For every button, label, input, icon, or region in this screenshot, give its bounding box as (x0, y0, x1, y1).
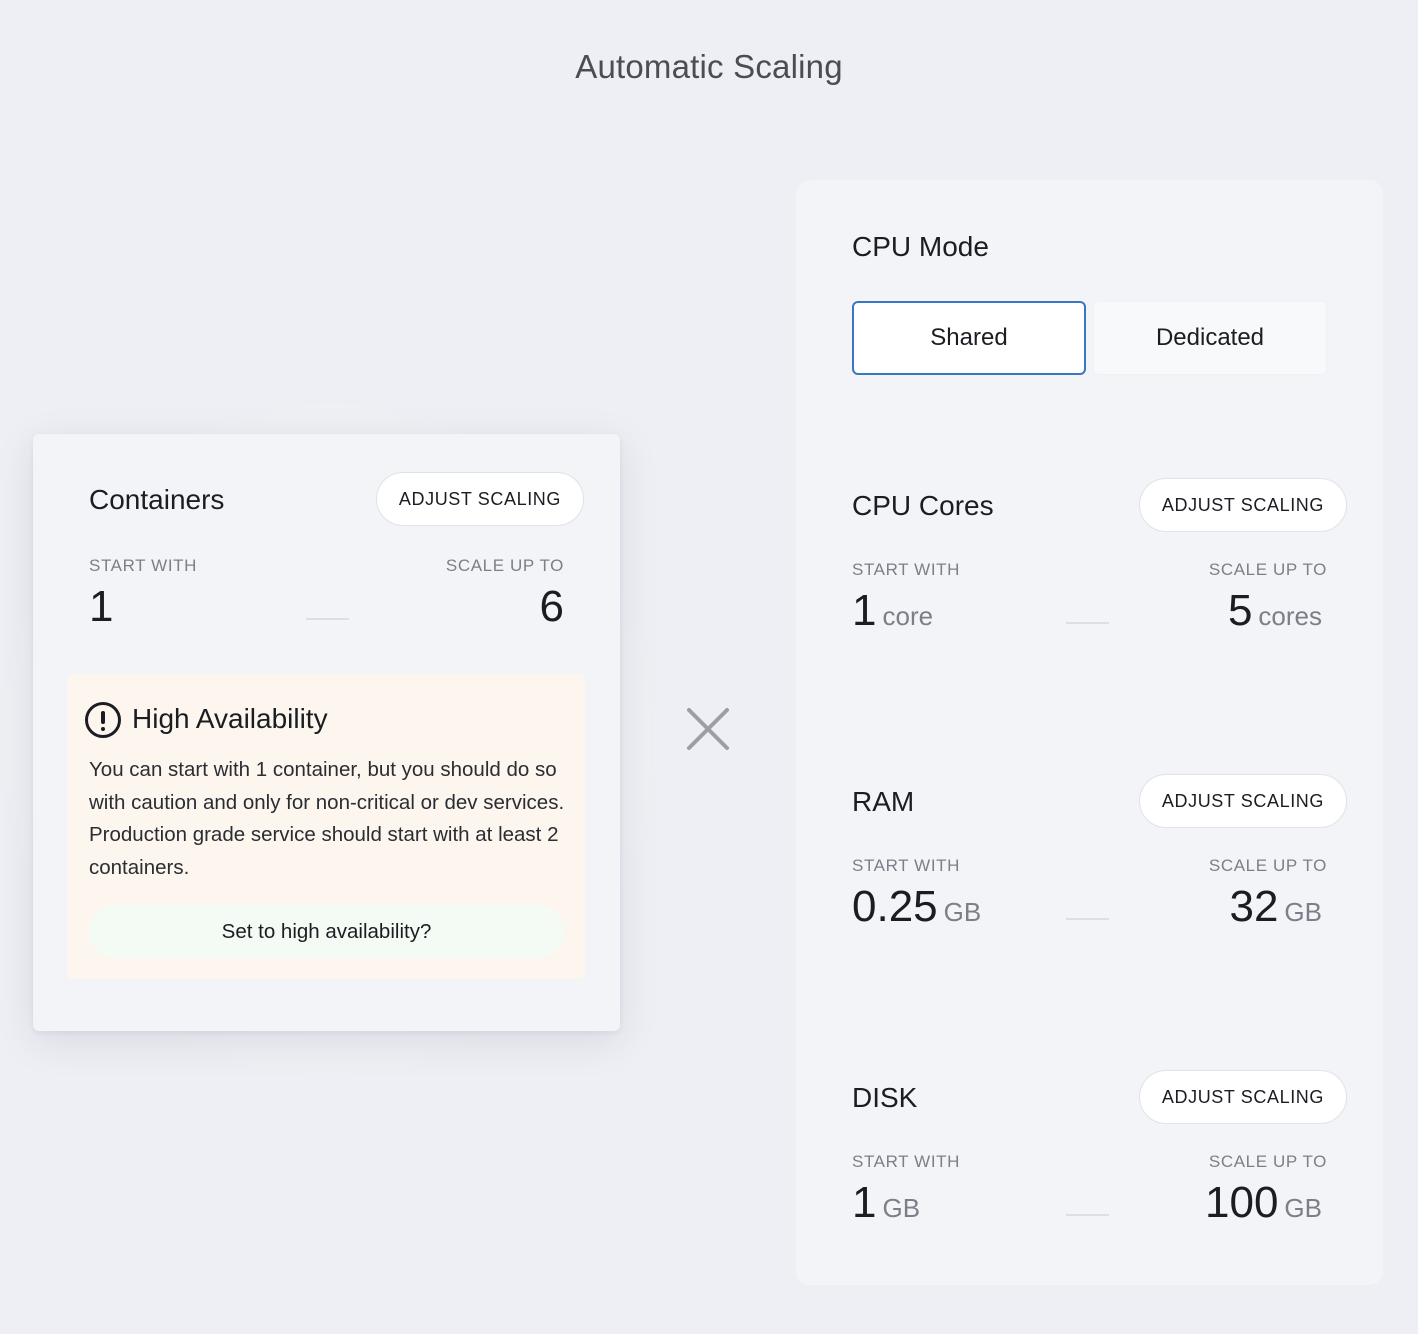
cpu-mode-title: CPU Mode (852, 231, 989, 262)
containers-scale-label: SCALE UP TO (445, 556, 564, 575)
ram-scale-value: 32 GB (1229, 882, 1322, 932)
ram-adjust-scaling-button[interactable]: ADJUST SCALING (1138, 774, 1347, 828)
page: Automatic Scaling Containers ADJUST SCAL… (0, 0, 1418, 1334)
high-availability-notice: High Availability You can start with 1 c… (67, 674, 585, 979)
disk-scale-value: 100 GB (1205, 1178, 1322, 1228)
cpu-cores-start-unit: core (882, 601, 934, 631)
cpu-cores-section: CPU Cores ADJUST SCALING START WITH SCAL… (796, 478, 1383, 648)
cpu-mode-shared-button[interactable]: Shared (852, 301, 1086, 375)
disk-scale-number: 100 (1205, 1178, 1279, 1227)
disk-header: DISK ADJUST SCALING (852, 1070, 1347, 1124)
cpu-cores-start-number: 1 (852, 586, 877, 635)
disk-start-unit: GB (882, 1193, 921, 1223)
ram-start-unit: GB (943, 897, 982, 927)
range-divider (1066, 918, 1109, 920)
ram-range: START WITH SCALE UP TO 0.25 GB 32 GB (852, 856, 1326, 946)
containers-title: Containers (89, 484, 225, 515)
containers-start-value: 1 (89, 582, 113, 632)
cpu-cores-scale-number: 5 (1227, 586, 1253, 635)
set-high-availability-button[interactable]: Set to high availability? (89, 905, 564, 958)
page-title: Automatic Scaling (575, 48, 843, 85)
exclamation-circle-icon (85, 702, 121, 738)
cpu-cores-start-value: 1 core (852, 586, 933, 636)
cpu-mode-dedicated-button[interactable]: Dedicated (1093, 301, 1327, 375)
disk-title: DISK (852, 1082, 918, 1113)
range-divider (1066, 1214, 1109, 1216)
containers-start-number: 1 (89, 582, 114, 631)
disk-scale-label: SCALE UP TO (1208, 1152, 1327, 1171)
cpu-cores-scale-label: SCALE UP TO (1208, 560, 1327, 579)
containers-scale-number: 6 (539, 582, 564, 631)
ram-header: RAM ADJUST SCALING (852, 774, 1347, 828)
ram-scale-number: 32 (1229, 882, 1279, 931)
cpu-cores-adjust-scaling-button[interactable]: ADJUST SCALING (1138, 478, 1347, 532)
containers-header: Containers ADJUST SCALING (89, 472, 584, 526)
ram-start-value: 0.25 GB (852, 882, 981, 932)
cpu-cores-scale-value: 5 cores (1228, 586, 1322, 636)
disk-start-number: 1 (852, 1178, 877, 1227)
disk-start-label: START WITH (852, 1152, 960, 1171)
disk-scale-unit: GB (1284, 1193, 1322, 1223)
containers-range: START WITH SCALE UP TO 1 6 (89, 556, 564, 646)
ram-scale-unit: GB (1284, 897, 1322, 927)
ram-section: RAM ADJUST SCALING START WITH SCALE UP T… (796, 774, 1383, 944)
containers-scale-value: 6 (540, 582, 564, 632)
cpu-cores-start-label: START WITH (852, 560, 960, 579)
high-availability-text: You can start with 1 container, but you … (89, 758, 565, 879)
cpu-cores-title: CPU Cores (852, 490, 994, 521)
ram-title: RAM (852, 786, 915, 817)
containers-adjust-scaling-button[interactable]: ADJUST SCALING (375, 472, 584, 526)
range-divider (305, 618, 349, 620)
cpu-cores-scale-unit: cores (1258, 601, 1322, 631)
containers-start-label: START WITH (89, 556, 197, 575)
ram-start-label: START WITH (852, 856, 960, 875)
high-availability-title: High Availability (132, 703, 328, 734)
range-divider (1066, 622, 1109, 624)
cpu-cores-header: CPU Cores ADJUST SCALING (852, 478, 1347, 532)
containers-card: Containers ADJUST SCALING START WITH SCA… (33, 434, 620, 1031)
ram-scale-label: SCALE UP TO (1208, 856, 1327, 875)
disk-section: DISK ADJUST SCALING START WITH SCALE UP … (796, 1070, 1383, 1240)
disk-adjust-scaling-button[interactable]: ADJUST SCALING (1138, 1070, 1347, 1124)
disk-start-value: 1 GB (852, 1178, 920, 1228)
resources-panel: CPU Mode Shared Dedicated CPU Cores ADJU… (796, 180, 1383, 1285)
ram-start-number: 0.25 (852, 882, 938, 931)
multiply-icon (687, 708, 729, 750)
disk-range: START WITH SCALE UP TO 1 GB 100 GB (852, 1152, 1326, 1242)
cpu-cores-range: START WITH SCALE UP TO 1 core 5 cores (852, 560, 1326, 650)
